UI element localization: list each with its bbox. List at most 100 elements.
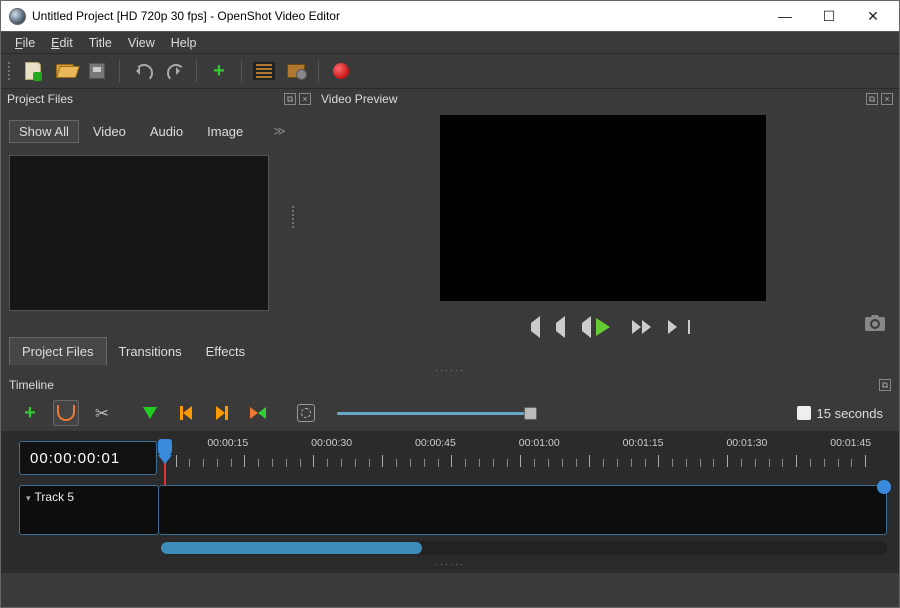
open-project-button[interactable] (53, 59, 77, 83)
gear-icon (297, 404, 315, 422)
add-track-button[interactable]: + (17, 400, 43, 426)
redo-icon (165, 64, 183, 78)
razor-button[interactable]: ✂ (89, 400, 115, 426)
ruler-tick (838, 459, 839, 467)
ruler-tick (617, 459, 618, 467)
ruler-tick (603, 459, 604, 467)
next-marker-button[interactable] (209, 400, 235, 426)
ruler-tick (493, 459, 494, 467)
toolbar-separator (318, 60, 319, 82)
snapshot-button[interactable] (865, 315, 885, 336)
zoom-scale-icon (797, 406, 811, 420)
ruler-tick (382, 455, 383, 467)
main-toolbar: + (1, 53, 899, 89)
timeline-title: Timeline (9, 378, 54, 392)
timeline-settings-button[interactable] (293, 400, 319, 426)
snapping-button[interactable] (53, 400, 79, 426)
ruler-tick (176, 455, 177, 467)
timecode-display[interactable]: 00:00:00:01 (19, 441, 157, 475)
tab-project-files[interactable]: Project Files (9, 337, 107, 365)
filter-audio[interactable]: Audio (140, 120, 193, 143)
scissors-icon: ✂ (95, 405, 109, 422)
timeline-header: Timeline ⧉ (1, 375, 899, 395)
menu-title[interactable]: Title (81, 34, 120, 52)
export-button[interactable] (284, 59, 308, 83)
ruler-tick (713, 459, 714, 467)
tab-effects[interactable]: Effects (194, 338, 258, 365)
ruler-tick (769, 459, 770, 467)
jump-end-button[interactable] (668, 319, 690, 335)
jump-start-button[interactable] (516, 319, 538, 335)
filter-show-all[interactable]: Show All (9, 120, 79, 143)
tab-transitions[interactable]: Transitions (107, 338, 194, 365)
ruler-tick (520, 455, 521, 467)
panel-close-button[interactable]: × (881, 93, 893, 105)
ruler-tick (438, 459, 439, 467)
menu-file[interactable]: File (7, 34, 43, 52)
save-project-button[interactable] (85, 59, 109, 83)
panel-undock-button[interactable]: ⧉ (284, 93, 296, 105)
ruler-tick (672, 459, 673, 467)
track-lane[interactable] (159, 485, 887, 535)
menu-view[interactable]: View (120, 34, 163, 52)
titlebar: Untitled Project [HD 720p 30 fps] - Open… (1, 1, 899, 31)
track-header[interactable]: ▾Track 5 (19, 485, 159, 535)
choose-profile-button[interactable] (252, 59, 276, 83)
timeline-scrollbar[interactable] (161, 541, 887, 555)
plus-icon: + (213, 61, 225, 81)
maximize-button[interactable]: ☐ (807, 2, 851, 30)
magnet-icon (57, 405, 75, 421)
expand-filters-icon[interactable]: ≫ (273, 124, 286, 138)
ruler-tick (645, 459, 646, 467)
scrollbar-thumb[interactable] (161, 542, 422, 554)
ruler-tick (631, 459, 632, 467)
close-button[interactable]: ✕ (851, 2, 895, 30)
redo-button[interactable] (162, 59, 186, 83)
project-file-thumbnail[interactable] (9, 155, 269, 311)
rewind-button[interactable] (554, 319, 576, 335)
video-preview[interactable] (440, 115, 766, 301)
track-row: ▾Track 5 (1, 485, 899, 535)
add-marker-button[interactable] (137, 400, 163, 426)
zoom-slider[interactable] (337, 412, 537, 415)
play-button[interactable] (592, 319, 614, 335)
panel-resize-handle[interactable] (291, 205, 295, 229)
menu-edit[interactable]: Edit (43, 34, 81, 52)
filter-tabs: Show All Video Audio Image ≫ (9, 117, 299, 145)
panel-splitter[interactable]: ······ (1, 555, 899, 573)
ruler-tick (258, 459, 259, 467)
panel-undock-button[interactable]: ⧉ (866, 93, 878, 105)
ruler-tick (465, 459, 466, 467)
filter-image[interactable]: Image (197, 120, 253, 143)
panel-close-button[interactable]: × (299, 93, 311, 105)
filter-video[interactable]: Video (83, 120, 136, 143)
playhead[interactable] (158, 439, 172, 457)
menu-help[interactable]: Help (163, 34, 205, 52)
fast-forward-button[interactable] (630, 319, 652, 335)
ruler-tick (244, 455, 245, 467)
main-panels: Show All Video Audio Image ≫ Project Fil… (1, 109, 899, 365)
transport-controls (516, 319, 690, 335)
center-playhead-button[interactable] (245, 400, 271, 426)
ruler-tick (534, 459, 535, 467)
record-button[interactable] (329, 59, 353, 83)
ruler-tick (479, 459, 480, 467)
previous-marker-button[interactable] (173, 400, 199, 426)
panel-splitter[interactable]: ······ (1, 365, 899, 375)
zoom-slider-knob[interactable] (524, 407, 537, 420)
undo-button[interactable] (130, 59, 154, 83)
chevron-down-icon: ▾ (26, 493, 31, 503)
panel-undock-button[interactable]: ⧉ (879, 379, 891, 391)
ruler-tick (796, 455, 797, 467)
ruler-tick (658, 455, 659, 467)
vertical-scroll-thumb[interactable] (877, 480, 891, 494)
plus-icon: + (24, 403, 36, 423)
minimize-button[interactable]: — (763, 2, 807, 30)
ruler-tick (865, 455, 866, 467)
timeline-ruler[interactable]: 00:00:1500:00:3000:00:4500:01:0000:01:15… (161, 437, 887, 485)
project-files-area[interactable] (9, 145, 299, 335)
undo-icon (133, 64, 151, 78)
ruler-tick (327, 459, 328, 467)
import-files-button[interactable]: + (207, 59, 231, 83)
new-project-button[interactable] (21, 59, 45, 83)
